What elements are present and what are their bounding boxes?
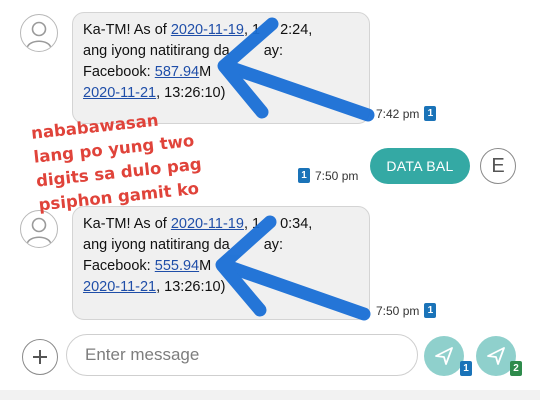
plus-icon	[33, 350, 47, 364]
add-attachment-button[interactable]	[22, 339, 58, 375]
message-input-placeholder: Enter message	[85, 345, 200, 364]
send-button-sim1[interactable]	[424, 336, 464, 376]
message-input[interactable]: Enter message	[66, 334, 418, 376]
send-icon	[435, 347, 453, 365]
bottom-bar	[0, 390, 540, 400]
sim-badge: 1	[460, 361, 472, 376]
annotation-text: nababawasan lang po yung two digits sa d…	[30, 105, 205, 218]
send-icon	[487, 347, 505, 365]
sim-badge: 2	[510, 361, 522, 376]
